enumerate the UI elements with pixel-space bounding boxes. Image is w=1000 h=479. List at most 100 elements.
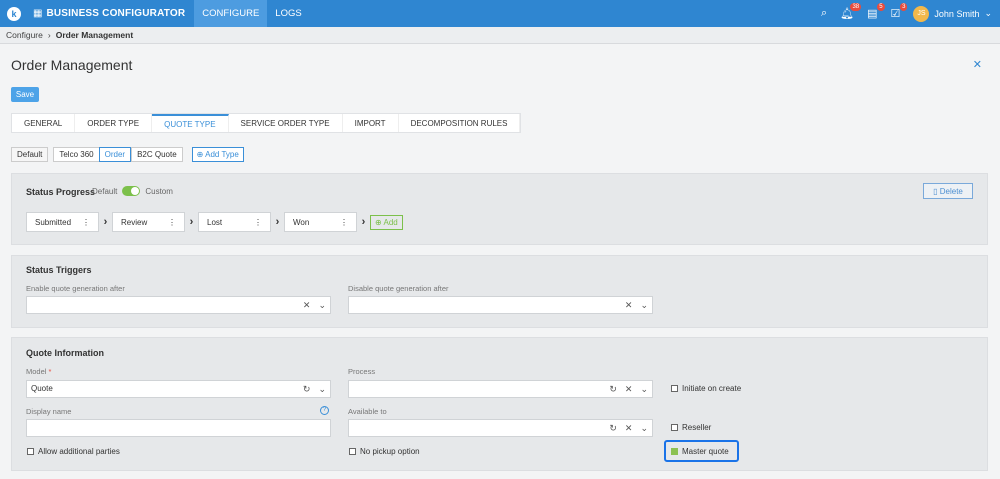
checkbox-box[interactable] — [671, 424, 678, 431]
status-step[interactable]: Review ⋮ — [112, 212, 185, 232]
available-to-label: Available to — [348, 407, 387, 416]
subtype-b2c-quote[interactable]: B2C Quote — [131, 147, 183, 162]
add-step-button[interactable]: ⊕ Add — [370, 214, 403, 230]
toggle-custom-label: Custom — [145, 186, 173, 196]
process-label: Process — [348, 367, 376, 376]
clear-icon[interactable]: ✕ — [625, 381, 633, 397]
quote-subtypes: Default Telco 360 Order B2C Quote ⊕ Add … — [11, 147, 244, 162]
status-progress-title: Status Progress — [26, 187, 96, 197]
model-value: Quote — [31, 384, 53, 393]
chevron-right-icon: › — [47, 30, 51, 40]
reseller-checkbox[interactable]: Reseller — [671, 423, 711, 432]
grid-icon[interactable]: ▦ — [33, 8, 42, 19]
focus-highlight — [664, 440, 739, 462]
process-select[interactable]: ↻ ✕ ⌄ — [348, 380, 653, 398]
checkbox-box[interactable] — [349, 448, 356, 455]
available-to-select[interactable]: ↻ ✕ ⌄ — [348, 419, 653, 437]
save-button[interactable]: Save — [11, 87, 39, 102]
tab-service-order-type[interactable]: SERVICE ORDER TYPE — [229, 114, 343, 132]
status-step[interactable]: Lost ⋮ — [198, 212, 271, 232]
chevron-down-icon[interactable]: ⌄ — [318, 297, 326, 313]
chevron-down-icon[interactable]: ⌄ — [318, 381, 326, 397]
top-right-tools: ⌕ 🔔︎ 38 ▤ 5 ☑ 3 JS John Smith ⌄ — [821, 0, 992, 27]
user-name: John Smith — [934, 8, 980, 19]
display-name-input[interactable] — [26, 419, 331, 437]
chevron-down-icon: ⌄ — [984, 8, 992, 18]
page-title: Order Management — [11, 57, 133, 73]
kebab-icon[interactable]: ⋮ — [82, 218, 90, 227]
status-mode-toggle-row: Default Custom — [92, 186, 173, 196]
toggle-default-label: Default — [92, 186, 118, 196]
breadcrumb-current: Order Management — [55, 30, 134, 40]
delete-label: Delete — [939, 186, 963, 196]
subtype-order[interactable]: Order — [98, 147, 132, 162]
status-mode-toggle[interactable] — [122, 186, 141, 196]
tab-general[interactable]: GENERAL — [12, 114, 76, 132]
tab-import[interactable]: IMPORT — [343, 114, 399, 132]
app-logo[interactable]: k — [7, 6, 21, 21]
clear-icon[interactable]: ✕ — [625, 420, 633, 436]
bell-icon[interactable]: 🔔︎ 38 — [840, 3, 862, 20]
nav-configure[interactable]: CONFIGURE — [194, 0, 268, 27]
approvals-icon[interactable]: ☑ 3 — [891, 3, 908, 20]
close-icon[interactable]: ✕ — [973, 58, 982, 71]
enable-generation-select[interactable]: ✕ ⌄ — [26, 296, 331, 314]
status-progress-panel: Status Progress Default Custom ▯ Delete … — [11, 173, 988, 245]
disable-generation-select[interactable]: ✕ ⌄ — [348, 296, 653, 314]
chevron-down-icon[interactable]: ⌄ — [640, 381, 648, 397]
tab-quote-type[interactable]: QUOTE TYPE — [152, 114, 229, 132]
add-type-label: Add Type — [205, 150, 239, 159]
app-name[interactable]: BUSINESS CONFIGURATOR — [46, 8, 185, 19]
model-label-text: Model — [26, 367, 47, 376]
notification-badge: 38 — [850, 3, 862, 11]
quote-information-panel: Quote Information Model * Quote ↻ ⌄ Proce… — [11, 337, 988, 471]
step-label: Won — [293, 217, 310, 227]
chevron-down-icon[interactable]: ⌄ — [640, 297, 648, 313]
step-label: Submitted — [35, 217, 72, 227]
checkbox-box[interactable] — [671, 385, 678, 392]
kebab-icon[interactable]: ⋮ — [340, 218, 348, 227]
tasks-icon[interactable]: ▤ 5 — [867, 3, 885, 20]
breadcrumb-configure[interactable]: Configure — [6, 30, 43, 40]
refresh-icon[interactable]: ↻ — [609, 381, 617, 397]
initiate-on-create-checkbox[interactable]: Initiate on create — [671, 384, 741, 393]
approvals-badge: 3 — [900, 3, 908, 11]
model-select[interactable]: Quote ↻ ⌄ — [26, 380, 331, 398]
refresh-icon[interactable]: ↻ — [303, 381, 311, 397]
quote-information-title: Quote Information — [26, 348, 104, 358]
step-label: Review — [121, 217, 148, 227]
status-step[interactable]: Won ⋮ — [284, 212, 357, 232]
display-name-label: Display name — [26, 407, 72, 416]
user-menu[interactable]: JS John Smith ⌄ — [913, 5, 992, 22]
subtype-telco-360[interactable]: Telco 360 — [53, 147, 99, 162]
step-label: Lost — [207, 217, 223, 227]
nav-logs[interactable]: LOGS — [267, 0, 309, 27]
refresh-icon[interactable]: ↻ — [609, 420, 617, 436]
required-marker: * — [48, 367, 52, 376]
allow-additional-parties-checkbox[interactable]: Allow additional parties — [27, 447, 120, 456]
help-icon[interactable]: ? — [320, 406, 329, 415]
trash-icon: ▯ — [933, 186, 938, 196]
subtype-group: Telco 360 Order B2C Quote — [53, 147, 183, 162]
tab-order-type[interactable]: ORDER TYPE — [75, 114, 153, 132]
chevron-right-icon: › — [275, 216, 280, 228]
allow-additional-parties-label: Allow additional parties — [38, 447, 120, 456]
enable-generation-label: Enable quote generation after — [26, 284, 125, 293]
add-type-button[interactable]: ⊕ Add Type — [191, 147, 244, 162]
initiate-on-create-label: Initiate on create — [682, 384, 742, 393]
delete-button[interactable]: ▯ Delete — [923, 183, 973, 199]
no-pickup-option-checkbox[interactable]: No pickup option — [349, 447, 420, 456]
checkbox-box[interactable] — [27, 448, 34, 455]
search-icon[interactable]: ⌕ — [821, 7, 827, 20]
kebab-icon[interactable]: ⋮ — [168, 218, 176, 227]
tab-decomposition-rules[interactable]: DECOMPOSITION RULES — [399, 114, 521, 132]
top-navbar: k ▦ BUSINESS CONFIGURATOR CONFIGURE LOGS… — [0, 0, 1000, 27]
chevron-right-icon: › — [361, 216, 366, 228]
kebab-icon[interactable]: ⋮ — [254, 218, 262, 227]
subtype-default[interactable]: Default — [11, 147, 49, 162]
clear-icon[interactable]: ✕ — [303, 297, 311, 313]
model-label: Model * — [26, 367, 51, 376]
chevron-down-icon[interactable]: ⌄ — [640, 420, 648, 436]
clear-icon[interactable]: ✕ — [625, 297, 633, 313]
status-step[interactable]: Submitted ⋮ — [26, 212, 99, 232]
